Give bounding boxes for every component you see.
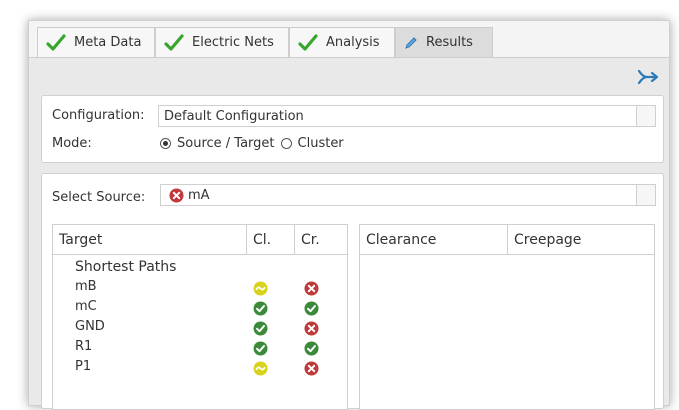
tab-analysis[interactable]: Analysis (289, 27, 395, 57)
warning-icon (253, 361, 268, 376)
target-row-gnd[interactable]: GND (75, 319, 105, 334)
column-header-clearance[interactable]: Clearance (360, 225, 507, 255)
dropdown-button[interactable] (636, 106, 655, 126)
configuration-value: Default Configuration (164, 108, 304, 124)
target-row-r1[interactable]: R1 (75, 339, 92, 354)
error-icon (304, 361, 319, 376)
target-table: Target Cl. Cr. Shortest Paths mB mC GND … (52, 224, 348, 410)
tree-group-shortest-paths[interactable]: Shortest Paths (75, 259, 176, 275)
ok-icon (304, 341, 319, 356)
ok-icon (253, 341, 268, 356)
pencil-icon (404, 36, 418, 50)
results-window: Meta Data Electric Nets Analysis Results (28, 20, 670, 410)
radio-label: Cluster (297, 136, 344, 151)
results-table: Clearance Creepage (359, 224, 655, 410)
column-header-creepage[interactable]: Creepage (508, 225, 654, 255)
split-arrow-icon[interactable] (637, 69, 659, 85)
check-icon (164, 33, 184, 52)
radio-unselected-icon (280, 138, 292, 149)
ok-icon (253, 321, 268, 336)
radio-selected-icon (160, 138, 171, 149)
error-icon (169, 188, 184, 203)
column-header-target[interactable]: Target (53, 225, 246, 255)
radio-label: Source / Target (177, 136, 275, 151)
configuration-panel: Configuration: Default Configuration Mod… (41, 95, 664, 163)
radio-cluster[interactable]: Cluster (280, 136, 344, 151)
column-header-cl[interactable]: Cl. (247, 225, 294, 255)
mode-label: Mode: (52, 136, 92, 151)
error-icon (304, 321, 319, 336)
tab-label: Analysis (326, 35, 380, 50)
target-row-mb[interactable]: mB (75, 279, 97, 294)
tab-electric-nets[interactable]: Electric Nets (155, 27, 289, 57)
target-row-p1[interactable]: P1 (75, 359, 91, 374)
source-select[interactable]: mA (160, 184, 656, 206)
source-value: mA (188, 187, 210, 203)
dropdown-button[interactable] (636, 185, 655, 205)
tab-label: Meta Data (74, 35, 142, 50)
ok-icon (304, 301, 319, 316)
radio-source-target[interactable]: Source / Target (160, 136, 275, 151)
tab-label: Electric Nets (192, 35, 274, 50)
source-panel: Select Source: mA Target Cl. Cr. Shortes… (41, 173, 664, 410)
tab-bar: Meta Data Electric Nets Analysis Results (29, 21, 669, 58)
check-icon (46, 33, 66, 52)
target-row-mc[interactable]: mC (75, 299, 97, 314)
select-source-label: Select Source: (52, 190, 146, 205)
ok-icon (253, 301, 268, 316)
column-header-cr[interactable]: Cr. (295, 225, 347, 255)
tab-label: Results (426, 35, 473, 50)
warning-icon (253, 281, 268, 296)
configuration-select[interactable]: Default Configuration (158, 105, 656, 127)
error-icon (304, 281, 319, 296)
configuration-label: Configuration: (52, 108, 145, 123)
tab-results[interactable]: Results (395, 27, 493, 57)
tab-meta-data[interactable]: Meta Data (37, 27, 155, 57)
check-icon (298, 33, 318, 52)
